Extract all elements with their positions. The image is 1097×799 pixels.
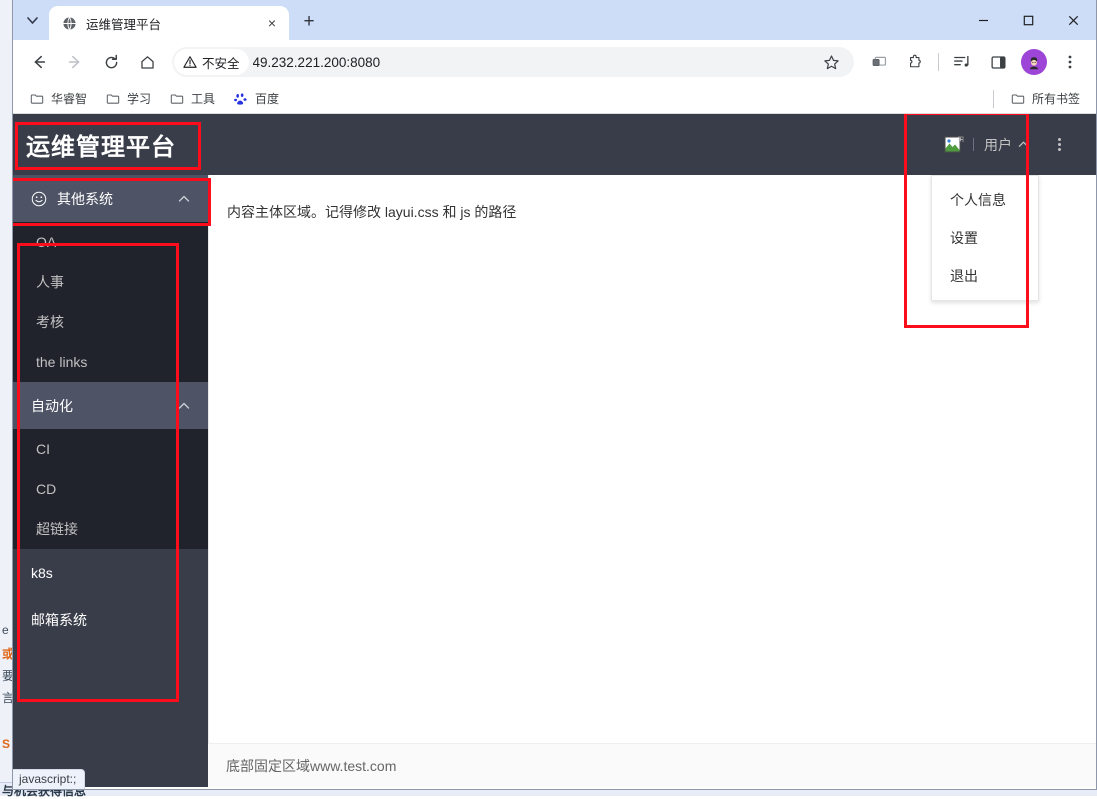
user-menu-trigger[interactable]: 用户 [933,114,1039,175]
bookmark-label: 百度 [255,92,280,106]
folder-icon [1010,91,1026,107]
all-bookmarks-button[interactable]: 所有书签 [1002,87,1088,111]
app-footer: 底部固定区域www.test.com [208,743,1096,787]
back-arrow-icon[interactable] [24,47,54,77]
bookmarks-bar: 华睿智 学习 工具 百度 所有书签 [13,84,1096,114]
app-logo[interactable]: 运维管理平台 [13,114,208,175]
bookmark-label: 华睿智 [51,92,88,106]
sidebar-item-label: k8s [31,564,53,581]
bookmark-label: 工具 [191,92,216,106]
bg-text-line: S [2,737,11,751]
broken-image-icon [943,134,965,156]
new-tab-button[interactable]: + [295,8,323,36]
sidebar-item-k8s[interactable]: k8s [13,549,208,596]
sidebar-subitem-assessment[interactable]: 考核 [13,302,208,342]
sidebar-item-automation[interactable]: 自动化 [13,382,208,429]
user-label: 用户 [984,136,1012,153]
chevron-up-icon [178,400,190,412]
tab-strip: 运维管理平台 × + [13,0,1096,40]
profile-avatar-icon[interactable] [1021,49,1047,75]
bookmark-item[interactable]: 工具 [161,87,223,111]
minimize-button[interactable] [961,0,1006,40]
chevron-up-icon [178,193,190,205]
sidebar-item-label: 邮箱系统 [31,611,87,628]
folder-icon [29,91,45,107]
tab-search-icon[interactable] [17,5,47,35]
kebab-dot [1057,138,1061,141]
folder-icon [105,91,121,107]
submenu-automation: CI CD 超链接 [13,429,208,549]
star-icon[interactable] [816,47,846,77]
all-bookmarks[interactable]: 所有书签 [988,87,1090,111]
user-divider [973,138,974,151]
security-chip[interactable]: 不安全 [174,49,249,75]
sidebar-subitem-cd[interactable]: CD [13,469,208,509]
bg-text-line: e [2,623,9,637]
forward-arrow-icon[interactable] [60,47,90,77]
kebab-menu-icon[interactable] [1055,47,1085,77]
home-icon[interactable] [132,47,162,77]
baidu-icon [233,91,249,107]
toolbar-divider [938,53,939,71]
kebab-dot [1057,148,1061,151]
side-panel-icon[interactable] [983,47,1013,77]
address-bar[interactable]: 不安全 49.232.221.200:8080 [172,47,854,77]
window-controls [961,0,1096,40]
tab-title: 运维管理平台 [86,17,162,32]
bookmark-item[interactable]: 百度 [225,87,287,111]
cast-icon[interactable] [864,47,894,77]
app-header: 运维管理平台 用户 [13,114,1096,175]
close-window-button[interactable] [1051,0,1096,40]
reload-icon[interactable] [96,47,126,77]
folder-icon [169,91,185,107]
bookmarks-divider [992,89,994,108]
warning-triangle-icon [183,55,197,69]
maximize-button[interactable] [1006,0,1051,40]
submenu-other-systems: OA 人事 考核 the links [13,222,208,382]
sidebar-subitem-ci[interactable]: CI [13,429,208,469]
status-bubble: javascript:; [13,769,86,789]
sidebar-subitem-hyperlink[interactable]: 超链接 [13,509,208,549]
bookmark-item[interactable]: 学习 [97,87,159,111]
puzzle-icon[interactable] [900,47,930,77]
globe-icon [61,15,77,31]
page-viewport: 运维管理平台 用户 个人信息 设置 退出 其他系统 OA 人事 考核 the l… [13,114,1096,787]
dropdown-item-profile[interactable]: 个人信息 [932,181,1038,219]
bookmark-label: 学习 [127,92,152,106]
chevron-up-icon [1018,137,1029,153]
smiley-face-icon [31,191,47,207]
header-right-group: 用户 [933,114,1071,175]
sidebar-item-label: 其他系统 [57,190,113,207]
sidebar-subitem-oa[interactable]: OA [13,222,208,262]
url-text: 49.232.221.200:8080 [252,54,381,70]
sidebar-nav: 其他系统 OA 人事 考核 the links 自动化 CI CD 超链接 k8… [13,175,208,787]
browser-window: 运维管理平台 × + 不安全 49.232.221.200:8080 华睿智 学… [12,0,1097,790]
browser-toolbar: 不安全 49.232.221.200:8080 [13,40,1096,84]
media-list-icon[interactable] [947,47,977,77]
bookmark-item[interactable]: 华睿智 [21,87,95,111]
kebab-dot [1057,143,1061,146]
sidebar-subitem-hr[interactable]: 人事 [13,262,208,302]
security-label: 不安全 [202,56,240,71]
sidebar-item-other-systems[interactable]: 其他系统 [13,175,208,222]
close-icon[interactable]: × [263,14,281,32]
sidebar-item-mail-system[interactable]: 邮箱系统 [13,596,208,643]
header-kebab-menu-icon[interactable] [1047,114,1071,175]
sidebar-item-label: 自动化 [31,397,73,414]
dropdown-item-logout[interactable]: 退出 [932,257,1038,295]
user-dropdown-menu: 个人信息 设置 退出 [931,175,1039,301]
all-bookmarks-label: 所有书签 [1031,92,1080,106]
dropdown-item-settings[interactable]: 设置 [932,219,1038,257]
browser-tab[interactable]: 运维管理平台 × [49,6,289,40]
sidebar-subitem-the-links[interactable]: the links [13,342,208,382]
